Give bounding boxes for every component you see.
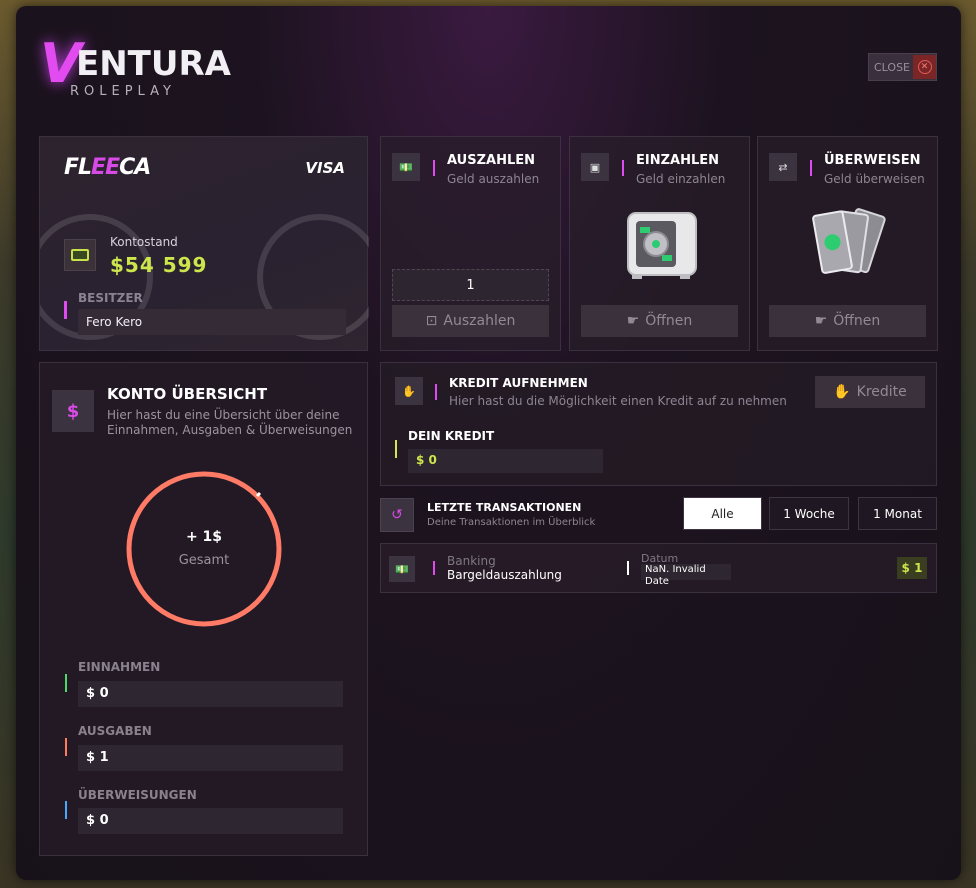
credit-sub: Hier hast du die Möglichkeit einen Kredi…: [449, 394, 787, 408]
total-ring: [126, 471, 282, 627]
credit-panel: ✋ KREDIT AUFNEHMEN Hier hast du die Mögl…: [380, 362, 937, 486]
transactions-sub: Deine Transaktionen im Überblick: [427, 517, 596, 528]
transaction-date-value: NaN. Invalid Date: [641, 564, 731, 587]
transaction-row: 💵 Banking Bargeldauszahlung Datum NaN. I…: [380, 543, 937, 593]
expense-value: $ 1: [78, 745, 343, 771]
handshake-icon: ✋: [833, 384, 851, 400]
balance-value: $54 599: [110, 253, 208, 277]
credits-button[interactable]: ✋ Kredite: [815, 376, 925, 408]
deposit-title: EINZAHLEN: [636, 153, 720, 168]
logo-subtitle: ROLEPLAY: [70, 84, 176, 99]
my-credit-value: $ 0: [408, 449, 603, 473]
withdraw-amount-input[interactable]: 1: [392, 269, 549, 301]
withdraw-title: AUSZAHLEN: [447, 153, 535, 168]
transactions-title: LETZTE TRANSAKTIONEN: [427, 501, 582, 514]
transaction-type: Banking: [447, 554, 496, 568]
transfer-panel: ⇄ ÜBERWEISEN Geld überweisen ☛ Öffnen: [757, 136, 938, 351]
bank-card: FLEECA VISA Kontostand $54 599 BESITZER …: [39, 136, 369, 351]
hand-icon: ☛: [814, 313, 828, 329]
balance-label: Kontostand: [110, 235, 178, 249]
expense-accent: [65, 738, 67, 756]
filter-week[interactable]: 1 Woche: [769, 497, 849, 530]
accent-bar: [435, 384, 437, 400]
hand-icon: ☛: [626, 313, 640, 329]
card-network: VISA: [305, 159, 345, 177]
accent-bar: [433, 561, 435, 575]
credits-button-label: Kredite: [856, 384, 907, 400]
logo-text: ENTURA: [76, 44, 231, 84]
handshake-icon: ✋: [395, 377, 423, 405]
ring-label: Gesamt: [178, 553, 230, 568]
close-icon[interactable]: ✕: [913, 55, 936, 79]
banknotes-illustration: [812, 208, 886, 274]
credit-accent: [395, 440, 397, 458]
owner-value: Fero Kero: [78, 309, 346, 335]
owner-label: BESITZER: [78, 291, 143, 305]
safe-icon: ▣: [581, 153, 609, 181]
transfer-button-label: Öffnen: [833, 313, 881, 329]
transfer-stat-value: $ 0: [78, 808, 343, 834]
income-label: EINNAHMEN: [78, 660, 161, 674]
withdraw-button[interactable]: ⊡ Auszahlen: [392, 305, 549, 337]
credit-title: KREDIT AUFNEHMEN: [449, 376, 588, 390]
transfer-accent: [65, 801, 67, 819]
transfer-icon: ⇄: [769, 153, 797, 181]
overview-desc: Hier hast du eine Übersicht über deine E…: [107, 408, 353, 437]
owner-accent: [64, 301, 67, 319]
ring-value: + 1$: [185, 529, 223, 545]
history-icon: ↺: [380, 498, 414, 532]
transfer-stat-label: ÜBERWEISUNGEN: [78, 788, 197, 802]
income-accent: [65, 674, 67, 692]
withdraw-button-label: Auszahlen: [443, 313, 516, 329]
close-button[interactable]: CLOSE ✕: [868, 53, 937, 81]
deposit-panel: ▣ EINZAHLEN Geld einzahlen ☛ Öffnen: [569, 136, 750, 351]
income-value: $ 0: [78, 681, 343, 707]
account-overview: $ KONTO ÜBERSICHT Hier hast du eine Über…: [39, 362, 368, 856]
filter-all[interactable]: Alle: [683, 497, 762, 530]
withdraw-panel: 💵 AUSZAHLEN Geld auszahlen 1 ⊡ Auszahlen: [380, 136, 561, 351]
expense-label: AUSGABEN: [78, 724, 152, 738]
filter-month[interactable]: 1 Monat: [858, 497, 937, 530]
transaction-amount: $ 1: [897, 557, 927, 579]
transaction-name: Bargeldauszahlung: [447, 568, 562, 582]
transfer-open-button[interactable]: ☛ Öffnen: [769, 305, 926, 337]
cash-icon: 💵: [392, 153, 420, 181]
deposit-sub: Geld einzahlen: [636, 172, 726, 186]
money-icon: [64, 239, 96, 271]
banking-window: V ENTURA ROLEPLAY CLOSE ✕ FLEECA VISA Ko…: [16, 6, 961, 880]
transfer-sub: Geld überweisen: [824, 172, 925, 186]
withdraw-sub: Geld auszahlen: [447, 172, 540, 186]
accent-bar: [433, 160, 435, 176]
my-credit-label: DEIN KREDIT: [408, 429, 495, 443]
deposit-button-label: Öffnen: [645, 313, 693, 329]
transfer-title: ÜBERWEISEN: [824, 153, 921, 168]
overview-title: KONTO ÜBERSICHT: [107, 385, 268, 403]
ventura-logo: V ENTURA ROLEPLAY: [40, 32, 231, 102]
safe-illustration: [627, 212, 697, 279]
cash-icon: ⊡: [425, 313, 438, 329]
cash-icon: 💵: [389, 556, 415, 582]
dollar-icon: $: [52, 390, 94, 432]
close-label: CLOSE: [874, 60, 911, 74]
accent-bar: [622, 160, 624, 176]
deposit-open-button[interactable]: ☛ Öffnen: [581, 305, 738, 337]
date-accent: [627, 561, 629, 575]
accent-bar: [810, 160, 812, 176]
card-brand: FLEECA: [64, 155, 151, 180]
